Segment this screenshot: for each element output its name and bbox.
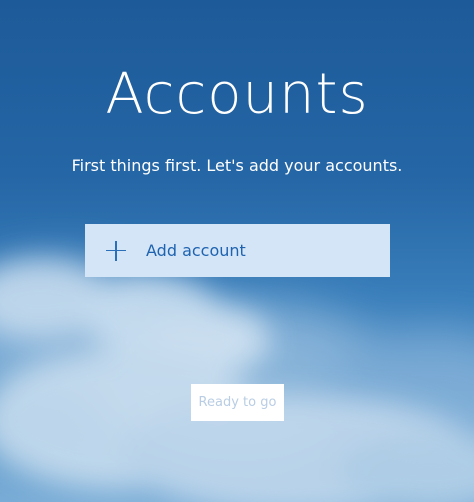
page-subtitle: First things first. Let's add your accou… — [71, 156, 403, 175]
add-account-button[interactable]: Add account — [85, 224, 390, 277]
ready-to-go-button[interactable]: Ready to go — [191, 384, 284, 421]
page-title: Accounts — [105, 62, 369, 127]
add-account-label: Add account — [146, 241, 246, 260]
plus-icon — [106, 240, 126, 261]
